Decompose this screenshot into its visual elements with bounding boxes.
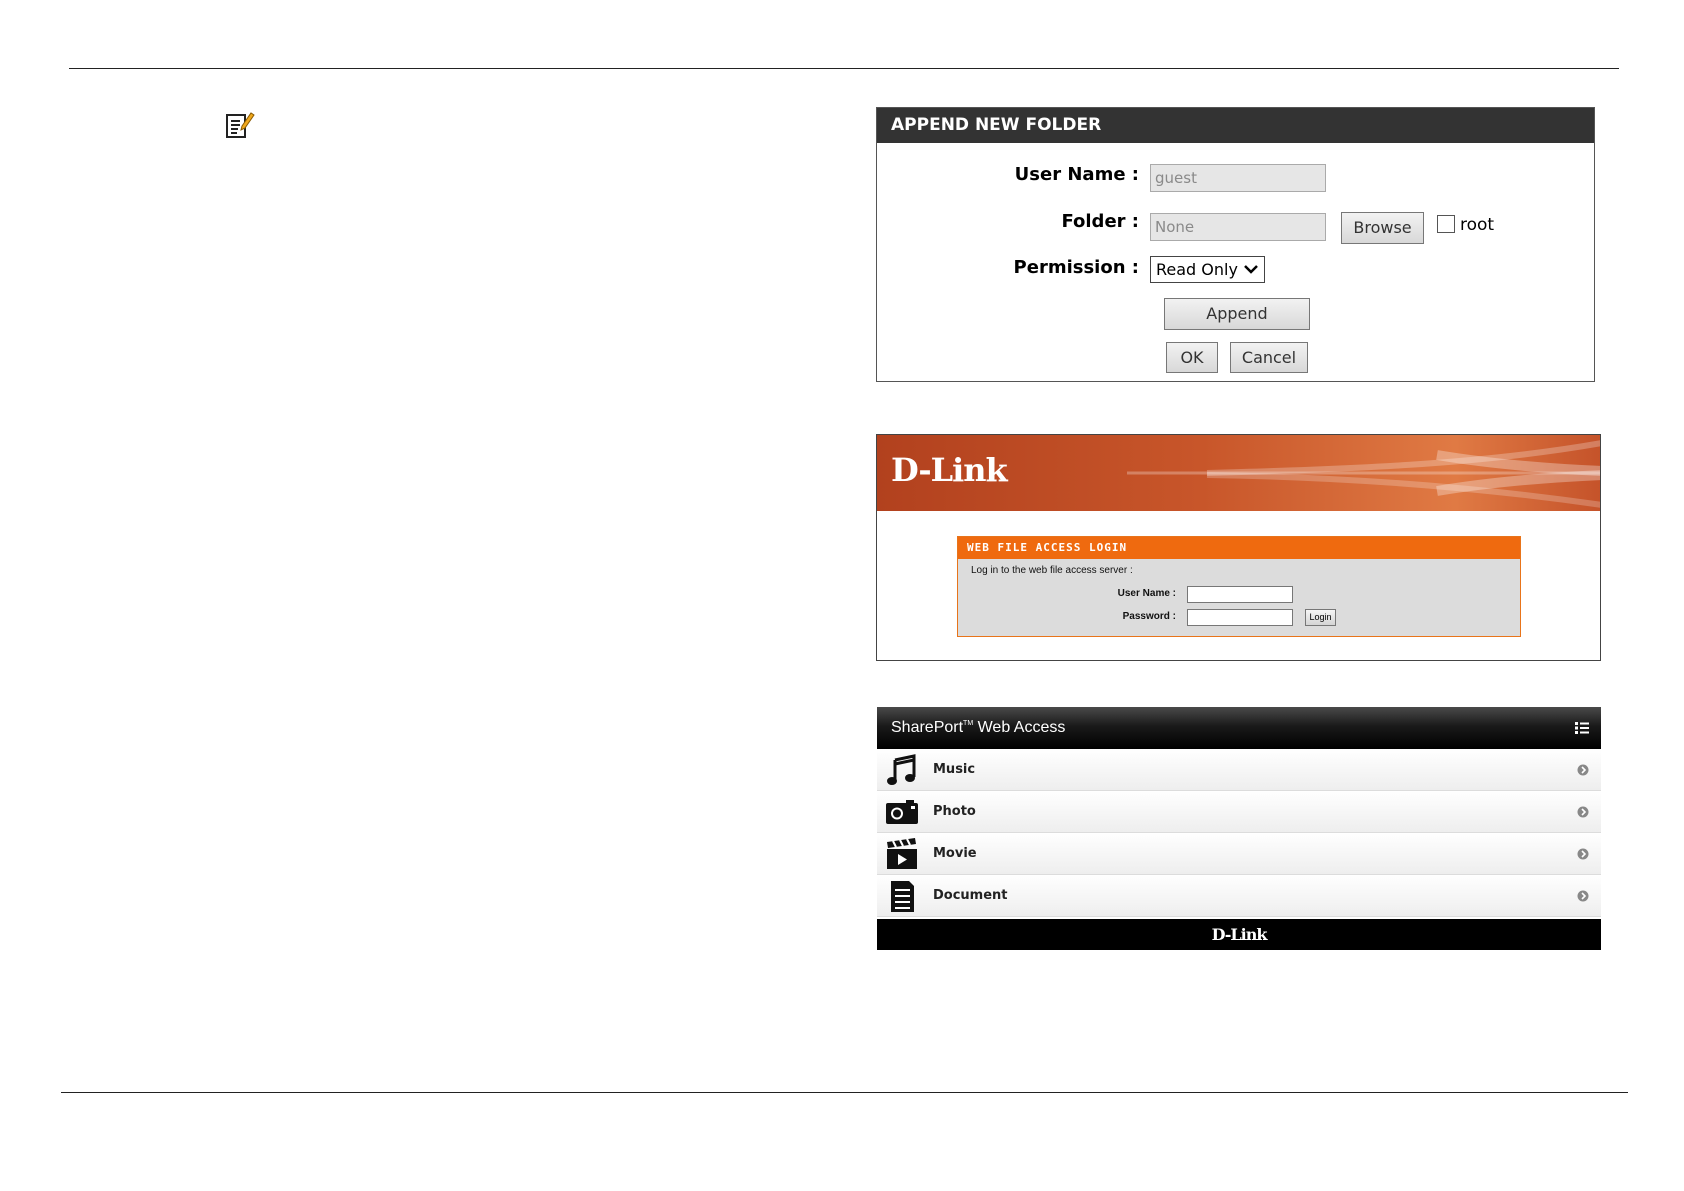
dlink-logo: D-Link	[891, 451, 1008, 489]
login-password-label: Password :	[1122, 611, 1176, 622]
web-file-access-login-panel: D-Link WEB FILE ACCESS LOGIN Log in to t…	[876, 434, 1601, 661]
login-user-name-label: User Name :	[1117, 588, 1176, 599]
shareport-item-photo[interactable]: Photo	[877, 791, 1601, 833]
camera-icon	[886, 800, 918, 824]
user-name-label: User Name :	[1014, 164, 1139, 185]
login-user-name-input[interactable]	[1187, 586, 1293, 603]
clapperboard-icon	[887, 838, 917, 869]
cancel-button[interactable]: Cancel	[1230, 342, 1308, 373]
permission-select[interactable]: Read Only	[1150, 256, 1265, 283]
shareport-header: SharePortTM Web Access	[877, 707, 1601, 749]
shareport-title: SharePortTM Web Access	[891, 707, 1065, 749]
ok-button[interactable]: OK	[1166, 342, 1218, 373]
shareport-footer-logo: D-Link	[877, 919, 1601, 950]
list-menu-icon[interactable]	[1575, 722, 1589, 734]
root-checkbox[interactable]	[1437, 215, 1455, 233]
chevron-right-circle-icon	[1577, 890, 1589, 902]
login-box: WEB FILE ACCESS LOGIN Log in to the web …	[957, 536, 1521, 637]
append-button[interactable]: Append	[1164, 298, 1310, 330]
shareport-item-label: Music	[933, 762, 976, 777]
browse-button[interactable]: Browse	[1341, 212, 1424, 244]
shareport-web-access-panel: SharePortTM Web Access Music Photo Movie…	[877, 707, 1601, 950]
chevron-right-circle-icon	[1577, 806, 1589, 818]
shareport-item-movie[interactable]: Movie	[877, 833, 1601, 875]
shareport-item-music[interactable]: Music	[877, 749, 1601, 791]
chevron-down-icon	[1244, 265, 1258, 274]
bottom-rule	[61, 1092, 1628, 1093]
shareport-title-name: SharePort	[891, 719, 964, 736]
note-pencil-icon	[225, 110, 255, 140]
append-folder-title: APPEND NEW FOLDER	[877, 108, 1594, 143]
login-title: WEB FILE ACCESS LOGIN	[958, 537, 1520, 559]
append-new-folder-panel: APPEND NEW FOLDER User Name : guest Fold…	[876, 107, 1595, 382]
top-rule	[69, 68, 1619, 69]
shareport-item-document[interactable]: Document	[877, 875, 1601, 917]
chevron-right-circle-icon	[1577, 848, 1589, 860]
shareport-trademark: TM	[963, 720, 974, 727]
chevron-right-circle-icon	[1577, 764, 1589, 776]
shareport-item-label: Photo	[933, 804, 976, 819]
folder-label: Folder :	[1061, 211, 1139, 232]
permission-label: Permission :	[1013, 257, 1139, 278]
login-password-input[interactable]	[1187, 609, 1293, 626]
folder-field[interactable]: None	[1150, 213, 1326, 241]
shareport-item-label: Document	[933, 888, 1008, 903]
document-icon	[891, 881, 914, 912]
root-checkbox-label: root	[1460, 215, 1495, 235]
user-name-field[interactable]: guest	[1150, 164, 1326, 192]
music-note-icon	[887, 754, 916, 785]
login-button[interactable]: Login	[1305, 609, 1336, 626]
shareport-item-label: Movie	[933, 846, 977, 861]
dlink-banner: D-Link	[877, 435, 1600, 511]
shareport-title-suffix: Web Access	[973, 719, 1066, 736]
login-intro: Log in to the web file access server :	[971, 565, 1133, 576]
permission-value: Read Only	[1156, 260, 1238, 279]
